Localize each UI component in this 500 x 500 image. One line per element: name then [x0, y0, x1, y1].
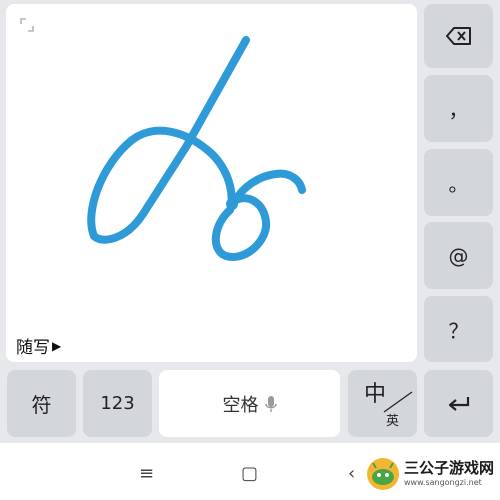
- at-label: @: [448, 243, 469, 268]
- mode-label: 随写: [16, 338, 50, 358]
- comma-key[interactable]: ，: [424, 75, 493, 142]
- menu-nav-button[interactable]: ≡: [139, 463, 154, 484]
- at-key[interactable]: @: [424, 222, 493, 289]
- language-switch-key[interactable]: 中 英: [348, 370, 417, 437]
- mode-arrow-icon: ▶: [52, 338, 62, 353]
- question-key[interactable]: ？: [424, 296, 493, 362]
- watermark: 三公子游戏网 www.sangongzi.net: [366, 454, 494, 494]
- watermark-url: www.sangongzi.net: [403, 478, 482, 487]
- home-nav-button[interactable]: ▢: [241, 463, 258, 484]
- handwriting-pad[interactable]: 随写 ▶: [6, 4, 417, 362]
- period-label: 。: [448, 172, 469, 196]
- space-key[interactable]: 空格: [159, 370, 340, 437]
- handwriting-stroke: [87, 36, 306, 261]
- system-nav-bar: ≡ ▢ ‹ 三公子游戏网 www.sangongzi.net: [0, 443, 500, 500]
- comma-label: ，: [448, 98, 469, 122]
- backspace-key[interactable]: [424, 4, 493, 68]
- symbols-key[interactable]: 符: [7, 370, 76, 437]
- lang-en-label: 英: [385, 414, 399, 429]
- enter-icon: [448, 396, 469, 411]
- backspace-icon: [445, 27, 471, 45]
- watermark-title: 三公子游戏网: [403, 459, 494, 477]
- handwriting-mode-toggle[interactable]: 随写 ▶: [16, 333, 61, 358]
- enter-key[interactable]: [424, 370, 493, 437]
- handwriting-keyboard: 随写 ▶ ， 。 @ ？ 符 123 空格 中 英: [0, 0, 500, 443]
- symbols-label: 符: [31, 393, 52, 417]
- back-nav-button[interactable]: ‹: [348, 463, 355, 484]
- numbers-label: 123: [100, 393, 135, 414]
- period-key[interactable]: 。: [424, 149, 493, 216]
- space-label: 空格: [222, 394, 259, 416]
- watermark-logo-icon: [366, 458, 399, 490]
- mic-icon: [264, 395, 277, 413]
- numbers-key[interactable]: 123: [83, 370, 152, 437]
- question-label: ？: [448, 318, 469, 343]
